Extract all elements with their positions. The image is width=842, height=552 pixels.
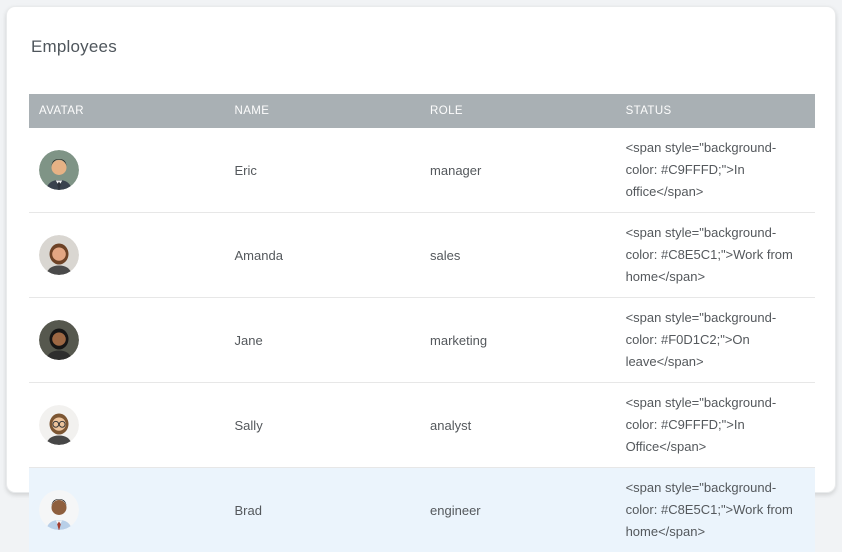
woman-portrait-icon: [39, 235, 215, 275]
status-cell: <span style="background-color: #C9FFFD;"…: [616, 383, 815, 467]
name-cell: Brad: [225, 494, 421, 527]
role-cell: analyst: [420, 409, 616, 442]
man-portrait-icon: [39, 150, 215, 190]
table-header-row: AVATARNAMEROLESTATUS: [29, 94, 815, 128]
column-header-role[interactable]: ROLE: [420, 105, 616, 117]
table-row[interactable]: Brad engineer <span style="background-co…: [29, 468, 815, 552]
table-row[interactable]: Jane marketing <span style="background-c…: [29, 298, 815, 383]
table-row[interactable]: Sally analyst <span style="background-co…: [29, 383, 815, 468]
status-cell: <span style="background-color: #F0D1C2;"…: [616, 298, 815, 382]
role-cell: sales: [420, 239, 616, 272]
avatar-cell: [29, 396, 225, 454]
name-cell: Jane: [225, 324, 421, 357]
employees-table: AVATARNAMEROLESTATUS Eric manager <span …: [29, 94, 815, 552]
table-body: Eric manager <span style="background-col…: [29, 128, 815, 552]
column-header-status[interactable]: STATUS: [616, 105, 815, 117]
name-cell: Amanda: [225, 239, 421, 272]
table-row[interactable]: Amanda sales <span style="background-col…: [29, 213, 815, 298]
status-cell: <span style="background-color: #C8E5C1;"…: [616, 213, 815, 297]
column-header-avatar[interactable]: AVATAR: [29, 105, 225, 117]
avatar-cell: [29, 226, 225, 284]
role-cell: manager: [420, 154, 616, 187]
role-cell: marketing: [420, 324, 616, 357]
employees-card: Employees AVATARNAMEROLESTATUS Eric mana…: [6, 6, 836, 493]
column-header-name[interactable]: NAME: [225, 105, 421, 117]
man-portrait-icon: [39, 490, 215, 530]
avatar-cell: [29, 481, 225, 539]
avatar-cell: [29, 141, 225, 199]
name-cell: Sally: [225, 409, 421, 442]
status-cell: <span style="background-color: #C9FFFD;"…: [616, 128, 815, 212]
name-cell: Eric: [225, 154, 421, 187]
role-cell: engineer: [420, 494, 616, 527]
avatar-cell: [29, 311, 225, 369]
page-title: Employees: [31, 37, 813, 57]
status-cell: <span style="background-color: #C8E5C1;"…: [616, 468, 815, 552]
table-row[interactable]: Eric manager <span style="background-col…: [29, 128, 815, 213]
woman-portrait-icon: [39, 320, 215, 360]
woman-portrait-icon: [39, 405, 215, 445]
